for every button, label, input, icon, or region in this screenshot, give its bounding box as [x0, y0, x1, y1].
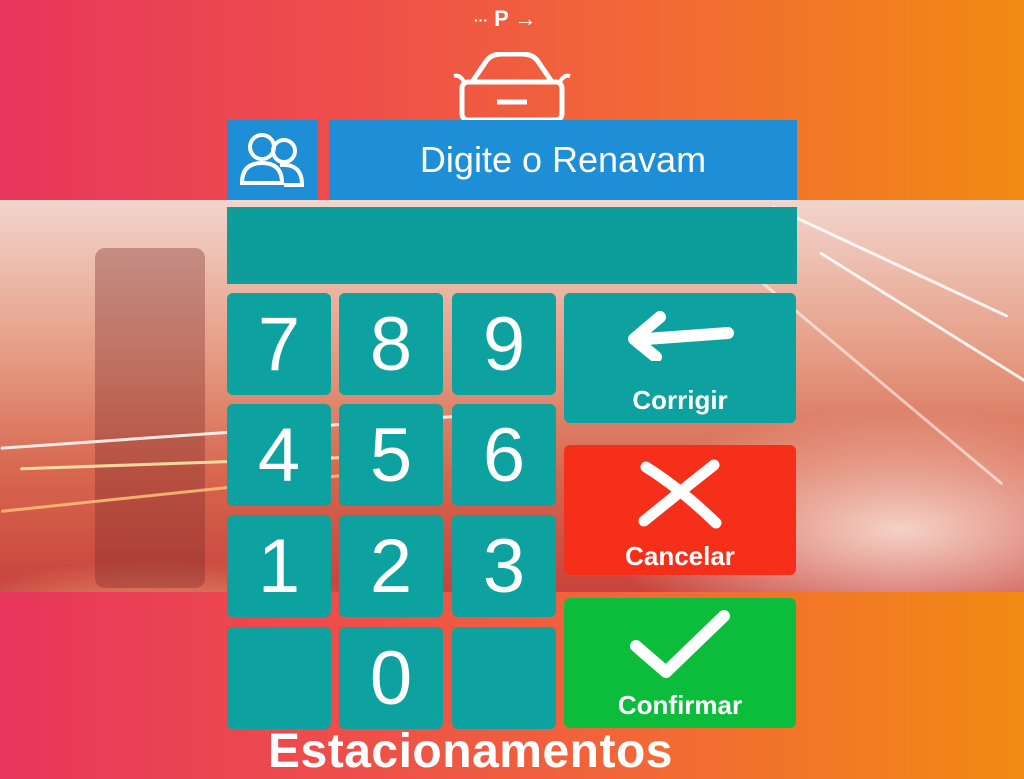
key-2[interactable]: 2: [339, 515, 443, 617]
logo-dots-icon: ···: [474, 12, 488, 29]
car-icon: [453, 52, 571, 122]
background-panel: [95, 248, 205, 588]
parking-logo: ··· P →: [474, 6, 537, 32]
key-7[interactable]: 7: [227, 293, 331, 395]
renavam-input[interactable]: [227, 207, 797, 284]
key-6[interactable]: 6: [452, 404, 556, 506]
brand-text: Estacionamentos: [268, 725, 673, 778]
checkmark-icon: [630, 610, 730, 678]
close-icon: [638, 459, 722, 529]
users-icon: [239, 133, 304, 187]
correct-label: Corrigir: [632, 385, 728, 415]
confirm-label: Confirmar: [617, 690, 743, 720]
arrow-left-icon: [628, 311, 734, 361]
key-3[interactable]: 3: [452, 515, 556, 617]
key-blank-right: [452, 627, 556, 729]
confirm-button[interactable]: Confirmar: [564, 598, 796, 728]
light-streak: [771, 205, 1009, 318]
key-blank-left: [227, 627, 331, 729]
logo-letter: P: [494, 6, 509, 31]
correct-button[interactable]: Corrigir: [564, 293, 796, 423]
cancel-label: Cancelar: [625, 541, 735, 571]
dialog-title: Digite o Renavam: [329, 120, 797, 200]
key-4[interactable]: 4: [227, 404, 331, 506]
logo-arrow-icon: →: [514, 6, 537, 31]
key-1[interactable]: 1: [227, 515, 331, 617]
key-9[interactable]: 9: [452, 293, 556, 395]
light-streak: [818, 251, 1024, 392]
users-icon-box: [227, 120, 318, 200]
key-0[interactable]: 0: [339, 627, 443, 729]
key-5[interactable]: 5: [339, 404, 443, 506]
cancel-button[interactable]: Cancelar: [564, 445, 796, 575]
key-8[interactable]: 8: [339, 293, 443, 395]
